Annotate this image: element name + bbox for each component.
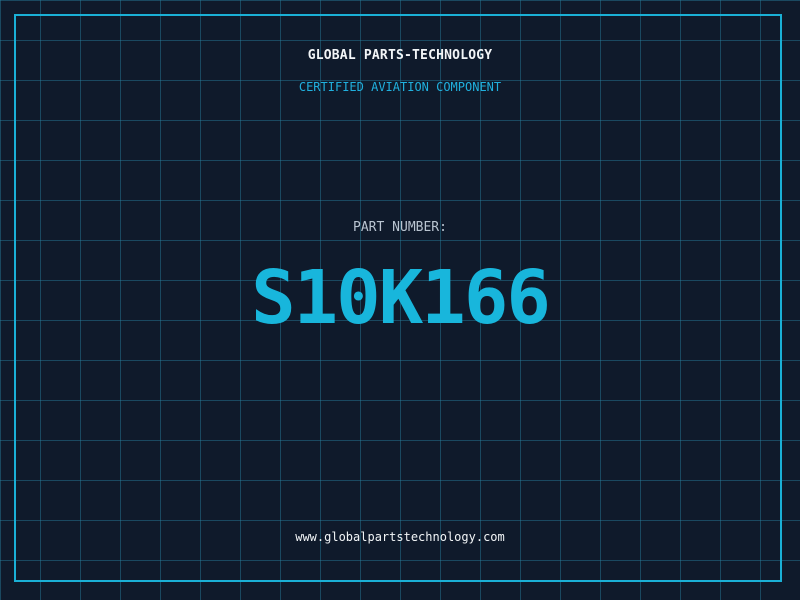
part-number-label: PART NUMBER: <box>353 220 447 235</box>
company-name: GLOBAL PARTS-TECHNOLOGY <box>307 48 493 63</box>
component-tagline: CERTIFIED AVIATION COMPONENT <box>298 80 502 94</box>
part-number-value: S10K166 <box>251 255 551 341</box>
website-url: www.globalpartstechnology.com <box>295 530 505 544</box>
certificate-panel: GLOBAL PARTS-TECHNOLOGY CERTIFIED AVIATI… <box>0 0 800 600</box>
